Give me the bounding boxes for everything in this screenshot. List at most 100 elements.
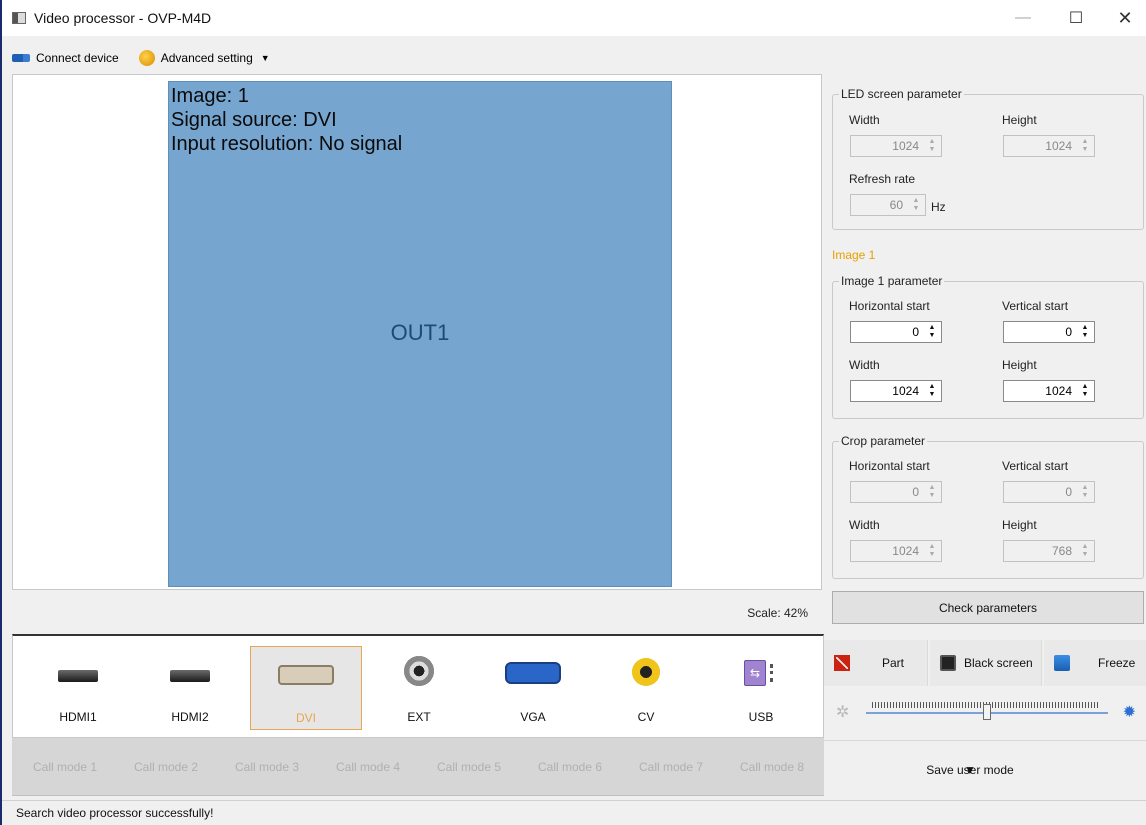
source-label: EXT — [407, 710, 431, 724]
save-user-mode-dropdown[interactable]: Save user mode ▼ — [824, 740, 1146, 796]
call-mode-2-button[interactable]: Call mode 2 — [116, 760, 216, 774]
scale-bar: Scale: 42% — [12, 590, 822, 634]
image1-vstart-spinbox[interactable]: 0 ▲ ▼ — [1003, 321, 1095, 343]
crop-height-label: Height — [1002, 518, 1037, 532]
source-hdmi2[interactable]: HDMI2 — [134, 646, 246, 730]
call-mode-6-button[interactable]: Call mode 6 — [520, 760, 620, 774]
source-cv[interactable]: CV — [590, 646, 702, 730]
crop-hstart-spinbox[interactable]: 0 ▲ ▼ — [850, 481, 942, 503]
source-usb[interactable]: ⇆ USB — [705, 646, 817, 730]
black-screen-button[interactable]: Black screen — [930, 640, 1042, 686]
crop-icon — [834, 655, 850, 671]
spin-arrows-icon[interactable]: ▲ ▼ — [927, 383, 937, 399]
source-label: DVI — [295, 711, 316, 725]
rca-port-icon — [632, 658, 660, 686]
image1-width-spinbox[interactable]: 1024 ▲ ▼ — [850, 380, 942, 402]
control-area: Part Black screen Freeze ✲ ✹ Save user m… — [824, 636, 1146, 796]
crop-height-spinbox[interactable]: 768 ▲ ▼ — [1003, 540, 1095, 562]
call-mode-7-button[interactable]: Call mode 7 — [621, 760, 721, 774]
image1-parameter-group: Image 1 parameter Horizontal start Verti… — [832, 274, 1144, 419]
call-mode-4-button[interactable]: Call mode 4 — [318, 760, 418, 774]
output-window-out1[interactable]: Image: 1 Signal source: DVI Input resolu… — [168, 81, 672, 587]
close-button[interactable]: ✕ — [1102, 0, 1146, 36]
source-ext[interactable]: EXT — [363, 646, 475, 730]
freeze-button[interactable]: Freeze — [1044, 640, 1146, 686]
led-width-value: 1024 — [892, 139, 919, 153]
connect-device-button[interactable]: Connect device — [2, 44, 129, 72]
call-mode-5-button[interactable]: Call mode 5 — [419, 760, 519, 774]
monitor-icon — [940, 655, 956, 671]
check-parameters-button[interactable]: Check parameters — [832, 591, 1144, 624]
refresh-rate-spinbox[interactable]: 60 ▲ ▼ — [850, 194, 926, 216]
source-label: USB — [748, 710, 774, 724]
bnc-port-icon — [404, 656, 434, 686]
refresh-unit-label: Hz — [931, 200, 946, 214]
image-number-text: Image: 1 — [171, 85, 249, 107]
source-hdmi1[interactable]: HDMI1 — [22, 646, 134, 730]
led-height-label: Height — [1002, 113, 1037, 127]
connect-device-label: Connect device — [36, 51, 119, 65]
chevron-down-icon: ▼ — [260, 53, 270, 63]
crop-parameter-group: Crop parameter Horizontal start Vertical… — [832, 434, 1144, 579]
brightness-slider[interactable]: ✲ ✹ — [836, 700, 1136, 724]
crop-parameter-title: Crop parameter — [839, 434, 928, 448]
spin-arrows-icon[interactable]: ▲ ▼ — [927, 324, 937, 340]
spin-arrows-icon: ▲ ▼ — [1081, 138, 1089, 153]
led-screen-title: LED screen parameter — [839, 87, 964, 101]
scale-text: Scale: 42% — [747, 606, 808, 620]
chevron-down-icon: ▼ — [964, 763, 976, 777]
advanced-setting-button[interactable]: Advanced setting ▼ — [129, 44, 280, 72]
refresh-rate-label: Refresh rate — [849, 172, 916, 186]
input-resolution-text: Input resolution: No signal — [171, 133, 403, 155]
spin-arrows-icon: ▲ ▼ — [928, 543, 936, 558]
image1-height-spinbox[interactable]: 1024 ▲ ▼ — [1003, 380, 1095, 402]
call-mode-8-button[interactable]: Call mode 8 — [722, 760, 822, 774]
image-section-label: Image 1 — [832, 248, 876, 262]
crop-vstart-value: 0 — [1065, 485, 1072, 499]
image1-width-value: 1024 — [892, 384, 919, 398]
crop-hstart-value: 0 — [912, 485, 919, 499]
call-mode-1-button[interactable]: Call mode 1 — [15, 760, 115, 774]
layout-canvas: Image: 1 Signal source: DVI Input resolu… — [12, 74, 822, 590]
spin-arrows-icon: ▲ ▼ — [928, 484, 936, 499]
image1-width-label: Width — [849, 358, 880, 372]
crop-hstart-label: Horizontal start — [849, 459, 930, 473]
app-icon — [12, 12, 26, 24]
image1-vstart-value: 0 — [1065, 325, 1072, 339]
call-mode-3-button[interactable]: Call mode 3 — [217, 760, 317, 774]
connect-icon — [12, 54, 30, 62]
image1-hstart-spinbox[interactable]: 0 ▲ ▼ — [850, 321, 942, 343]
spin-arrows-icon: ▲ ▼ — [928, 138, 936, 153]
advanced-setting-label: Advanced setting — [160, 51, 253, 65]
crop-width-spinbox[interactable]: 1024 ▲ ▼ — [850, 540, 942, 562]
led-height-spinbox[interactable]: 1024 ▲ ▼ — [1003, 135, 1095, 157]
call-mode-strip: Call mode 1 Call mode 2 Call mode 3 Call… — [12, 738, 824, 796]
image1-hstart-value: 0 — [912, 325, 919, 339]
part-button[interactable]: Part — [824, 640, 928, 686]
led-width-label: Width — [849, 113, 880, 127]
vga-port-icon — [505, 662, 561, 684]
minimize-button[interactable]: — — [1000, 0, 1046, 36]
title-bar: Video processor - OVP-M4D — ☐ ✕ — [2, 0, 1146, 36]
crop-width-label: Width — [849, 518, 880, 532]
app-window: Video processor - OVP-M4D — ☐ ✕ Connect … — [0, 0, 1146, 825]
image1-height-label: Height — [1002, 358, 1037, 372]
image1-height-value: 1024 — [1045, 384, 1072, 398]
image1-vstart-label: Vertical start — [1002, 299, 1069, 313]
brightness-low-icon: ✲ — [836, 704, 850, 721]
source-vga[interactable]: VGA — [477, 646, 589, 730]
led-width-spinbox[interactable]: 1024 ▲ ▼ — [850, 135, 942, 157]
window-title: Video processor - OVP-M4D — [34, 10, 212, 26]
slider-thumb[interactable] — [983, 704, 991, 720]
spin-arrows-icon: ▲ ▼ — [912, 197, 920, 212]
image1-parameter-title: Image 1 parameter — [839, 274, 945, 288]
spin-arrows-icon[interactable]: ▲ ▼ — [1080, 324, 1090, 340]
settings-icon — [138, 50, 155, 66]
refresh-rate-value: 60 — [889, 198, 903, 212]
source-dvi[interactable]: DVI — [250, 646, 362, 730]
crop-vstart-spinbox[interactable]: 0 ▲ ▼ — [1003, 481, 1095, 503]
maximize-button[interactable]: ☐ — [1053, 0, 1099, 36]
source-strip: HDMI1 HDMI2 DVI EXT VGA CV ⇆ USB — [12, 634, 824, 738]
dvi-port-icon — [278, 665, 334, 685]
spin-arrows-icon[interactable]: ▲ ▼ — [1080, 383, 1090, 399]
